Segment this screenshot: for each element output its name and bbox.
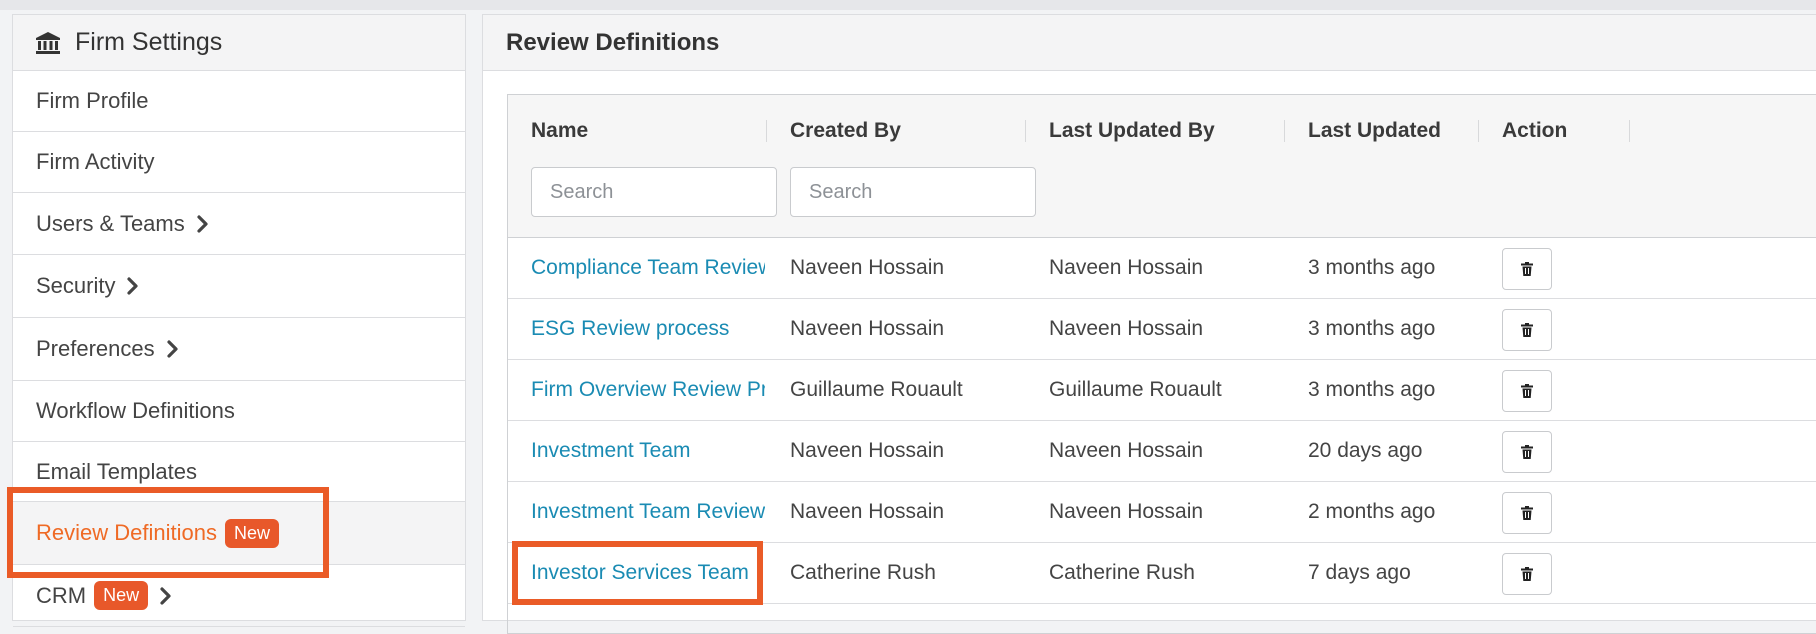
created-by-cell: Naveen Hossain [790,255,945,279]
trash-icon [1521,323,1533,337]
last-updated-cell: 7 days ago [1308,560,1411,584]
table-row: Investment Team Naveen Hossain Naveen Hoss… [508,420,1816,482]
sidebar-item-users-and-teams[interactable]: Users & Teams [13,193,465,255]
chevron-right-icon [127,277,139,295]
delete-button[interactable] [1502,309,1552,351]
name-search-input[interactable] [531,167,777,217]
new-badge: New [224,518,279,548]
created-by-cell: Guillaume Rouault [790,377,963,401]
delete-button[interactable] [1502,431,1552,473]
sidebar-item-review-definitions[interactable]: Review Definitions New [13,502,465,565]
column-separator [766,120,767,142]
last-updated-by-cell: Naveen Hossain [1049,499,1204,523]
sidebar-item-label: Review Definitions [36,520,217,545]
review-name-link[interactable]: Firm Overview Review Process [531,359,765,420]
review-name-link[interactable]: Investment Team [531,420,765,481]
page-title: Review Definitions [506,28,720,56]
column-separator [1478,120,1479,142]
column-header-action: Action [1502,119,1568,142]
new-badge: New [94,581,149,610]
chevron-right-icon [160,586,172,605]
sidebar-item-label: Email Templates [36,458,197,484]
created-by-cell: Naveen Hossain [790,438,945,462]
sidebar-item-firm-activity[interactable]: Firm Activity [13,132,465,193]
last-updated-cell: 3 months ago [1308,377,1436,401]
column-separator [1284,120,1285,142]
sidebar-header: Firm Settings [13,15,465,71]
review-definitions-panel: Review Definitions Name Created By Last … [482,14,1816,634]
trash-icon [1521,262,1533,276]
column-separator [1629,120,1630,142]
sidebar-item-label: Users & Teams [36,210,185,236]
sidebar-menu: Firm Profile Firm Activity Users & Teams Se… [13,71,465,627]
delete-button[interactable] [1502,553,1552,595]
sidebar-item-label: CRM [36,582,87,608]
table-header: Name Created By Last Updated By Last Upd… [508,95,1816,238]
table-row: Investment Team Review Naveen Hossain Nave… [508,481,1816,543]
last-updated-cell: 2 months ago [1308,499,1436,523]
sidebar-item-label: Security [36,273,116,298]
table-row: ESG Review process Naveen Hossain Naveen H… [508,298,1816,360]
column-header-last-updated-by[interactable]: Last Updated By [1049,119,1215,143]
delete-button[interactable] [1502,370,1552,412]
sidebar-item-label: Preferences [36,336,155,361]
trash-icon [1521,384,1533,398]
settings-sidebar: Firm Settings Firm Profile Firm Activity U… [12,14,466,627]
sidebar-item-firm-profile[interactable]: Firm Profile [13,71,465,132]
column-header-last-updated[interactable]: Last Updated [1308,119,1441,143]
last-updated-by-cell: Naveen Hossain [1049,255,1204,279]
trash-icon [1521,567,1533,581]
sidebar-title: Firm Settings [75,28,223,56]
table-row: Compliance Team Review Naveen Hossain Nave… [508,237,1816,299]
sidebar-item-workflow-definitions[interactable]: Workflow Definitions [13,381,465,442]
sidebar-item-label: Workflow Definitions [36,398,235,423]
created-by-cell: Catherine Rush [790,560,936,584]
last-updated-by-cell: Naveen Hossain [1049,438,1204,462]
sidebar-item-security[interactable]: Security [13,255,465,318]
sidebar-item-crm[interactable]: CRM New [13,565,465,627]
last-updated-by-cell: Guillaume Rouault [1049,377,1222,401]
review-definitions-table: Name Created By Last Updated By Last Upd… [507,94,1816,634]
sidebar-item-email-templates[interactable]: Email Templates [13,442,465,502]
review-name-link[interactable]: ESG Review process [531,298,765,359]
column-header-name[interactable]: Name [531,119,588,143]
top-bar [0,0,1816,10]
review-name-link[interactable]: Investment Team Review [531,481,765,542]
last-updated-cell: 20 days ago [1308,438,1423,462]
chevron-right-icon [197,214,209,233]
review-name-link[interactable]: Compliance Team Review [531,237,765,298]
panel-header: Review Definitions [483,15,1816,71]
last-updated-by-cell: Naveen Hossain [1049,316,1204,340]
created-by-cell: Naveen Hossain [790,316,945,340]
delete-button[interactable] [1502,492,1552,534]
chevron-right-icon [167,340,179,358]
institution-icon [36,31,60,54]
created-by-search-input[interactable] [790,167,1036,217]
last-updated-cell: 3 months ago [1308,255,1436,279]
sidebar-item-label: Firm Activity [36,149,155,174]
sidebar-item-preferences[interactable]: Preferences [13,318,465,381]
sidebar-item-label: Firm Profile [36,88,149,113]
created-by-cell: Naveen Hossain [790,499,945,523]
last-updated-cell: 3 months ago [1308,316,1436,340]
column-header-created-by[interactable]: Created By [790,119,901,143]
trash-icon [1521,445,1533,459]
review-name-link[interactable]: Investor Services Team [531,542,765,603]
delete-button[interactable] [1502,248,1552,290]
table-row: Firm Overview Review Process Guillaume Ro… [508,359,1816,421]
column-separator [1025,120,1026,142]
last-updated-by-cell: Catherine Rush [1049,560,1195,584]
table-row: Investor Services Team Catherine Rush Cath… [508,542,1816,604]
trash-icon [1521,506,1533,520]
